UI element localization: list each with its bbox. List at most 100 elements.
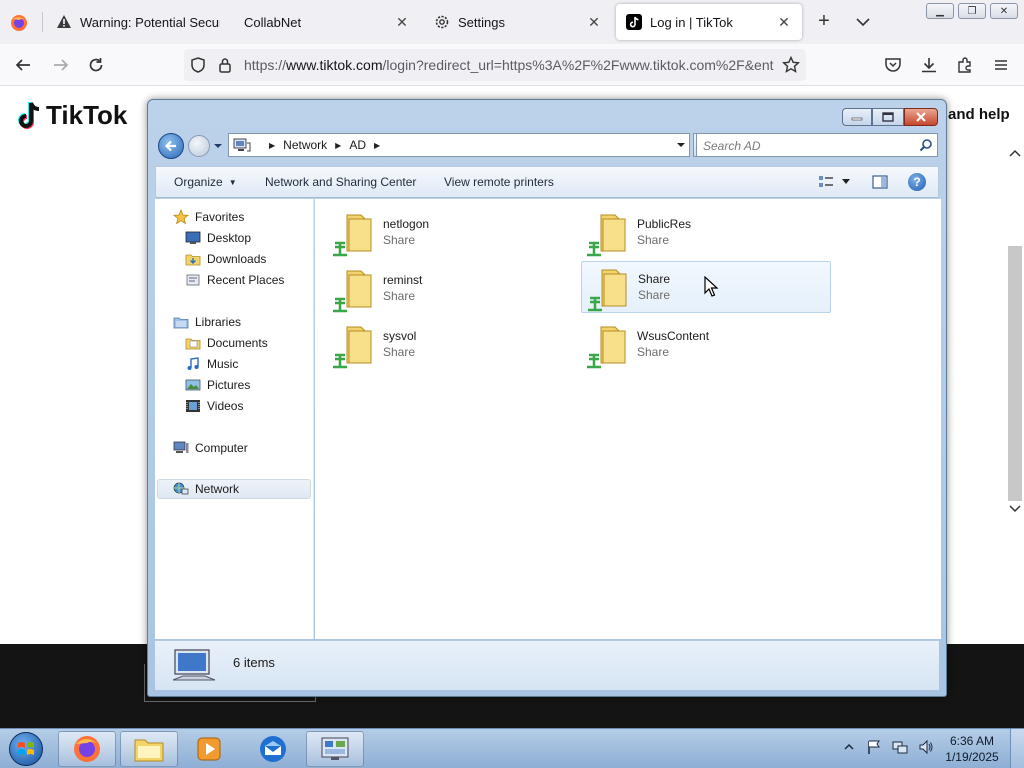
scrollbar-thumb[interactable] bbox=[1008, 246, 1022, 501]
share-name: Share bbox=[638, 272, 671, 286]
tracking-protection-icon[interactable] bbox=[190, 57, 206, 76]
nav-desktop[interactable]: Desktop bbox=[185, 228, 251, 248]
close-tab-icon[interactable]: ✕ bbox=[586, 14, 602, 30]
change-view-icon[interactable] bbox=[818, 175, 834, 189]
url-text[interactable]: https://www.tiktok.com/login?redirect_ur… bbox=[244, 57, 774, 73]
shared-folder-icon bbox=[587, 214, 626, 257]
taskbar: 6:36 AM 1/19/2025 bbox=[0, 728, 1024, 768]
action-center-flag-icon[interactable] bbox=[866, 739, 882, 755]
desktop-icon bbox=[185, 230, 201, 246]
recent-pages-dropdown-icon[interactable] bbox=[213, 142, 223, 150]
breadcrumb-separator-icon[interactable]: ▶ bbox=[374, 141, 380, 150]
organize-button[interactable]: Organize ▼ bbox=[174, 175, 237, 189]
start-button[interactable] bbox=[4, 731, 48, 767]
url-path: /login?redirect_url=https%3A%2F%2Fwww.ti… bbox=[382, 57, 775, 73]
tab-security-warning[interactable]: Warning: Potential Security Risk Ahead bbox=[46, 4, 230, 40]
menu-icon[interactable] bbox=[990, 54, 1012, 76]
address-history-dropdown-icon[interactable] bbox=[677, 141, 685, 149]
share-item-reminst[interactable]: reminst Share bbox=[327, 263, 577, 315]
taskbar-clock[interactable]: 6:36 AM 1/19/2025 bbox=[940, 733, 1004, 765]
share-item-netlogon[interactable]: netlogon Share bbox=[327, 207, 577, 259]
nav-label: Libraries bbox=[195, 315, 242, 329]
reload-icon[interactable] bbox=[85, 54, 107, 76]
taskbar-media-player[interactable] bbox=[180, 731, 238, 767]
share-item-sysvol[interactable]: sysvol Share bbox=[327, 319, 577, 371]
help-icon[interactable]: ? bbox=[908, 173, 926, 191]
nav-libraries[interactable]: Libraries bbox=[173, 312, 241, 332]
address-bar[interactable]: ▶ Network ▶ AD ▶ bbox=[228, 133, 690, 157]
taskbar-control-panel[interactable] bbox=[306, 731, 364, 767]
nav-label: Music bbox=[207, 357, 239, 371]
lock-icon[interactable] bbox=[218, 57, 232, 76]
close-tab-icon[interactable]: ✕ bbox=[776, 14, 792, 30]
preview-pane-icon[interactable] bbox=[872, 175, 888, 189]
shared-folder-icon bbox=[333, 270, 372, 313]
nav-favorites[interactable]: Favorites bbox=[173, 207, 244, 227]
search-box[interactable] bbox=[696, 133, 938, 157]
share-item-publicres[interactable]: PublicRes Share bbox=[581, 207, 831, 259]
share-name: sysvol bbox=[383, 329, 417, 343]
feedback-help-link[interactable]: and help bbox=[948, 106, 1010, 123]
tab-collabnet[interactable]: CollabNet ✕ bbox=[234, 4, 420, 40]
view-remote-printers-button[interactable]: View remote printers bbox=[444, 175, 554, 189]
page-scrollbar[interactable] bbox=[1006, 146, 1024, 518]
organize-label: Organize bbox=[174, 175, 223, 189]
taskbar-firefox[interactable] bbox=[58, 731, 116, 767]
search-icon[interactable] bbox=[919, 138, 933, 152]
back-icon[interactable] bbox=[12, 54, 34, 76]
share-type: Share bbox=[637, 233, 670, 247]
search-input[interactable] bbox=[703, 137, 903, 154]
tiktok-logo[interactable]: TikTok bbox=[16, 100, 127, 131]
details-pane: 6 items bbox=[155, 640, 939, 690]
url-bar[interactable]: https://www.tiktok.com/login?redirect_ur… bbox=[184, 49, 806, 81]
list-all-tabs-icon[interactable] bbox=[855, 14, 871, 30]
network-sharing-center-button[interactable]: Network and Sharing Center bbox=[265, 175, 416, 189]
nav-label: Favorites bbox=[195, 210, 245, 224]
breadcrumb-separator-icon[interactable]: ▶ bbox=[269, 141, 275, 150]
network-status-icon[interactable] bbox=[892, 739, 908, 755]
nav-computer[interactable]: Computer bbox=[173, 438, 248, 458]
maximize-icon[interactable] bbox=[872, 108, 904, 126]
nav-recent-places[interactable]: Recent Places bbox=[185, 270, 284, 290]
tab-tiktok-login[interactable]: Log in | TikTok ✕ bbox=[616, 4, 802, 40]
restore-browser-icon[interactable]: ❐ bbox=[958, 3, 986, 19]
extensions-icon[interactable] bbox=[954, 54, 976, 76]
scroll-up-icon[interactable] bbox=[1009, 148, 1021, 158]
minimize-icon[interactable] bbox=[842, 108, 872, 126]
show-hidden-icons-icon[interactable] bbox=[844, 742, 854, 752]
share-item-wsuscontent[interactable]: WsusContent Share bbox=[581, 319, 831, 371]
downloads-icon[interactable] bbox=[918, 54, 940, 76]
breadcrumb-network[interactable]: Network bbox=[283, 138, 327, 152]
close-tab-icon[interactable]: ✕ bbox=[394, 14, 410, 30]
url-host: www.tiktok.com bbox=[286, 57, 383, 73]
new-tab-icon[interactable]: + bbox=[814, 11, 834, 32]
explorer-window-controls bbox=[842, 108, 938, 126]
breadcrumb-separator-icon[interactable]: ▶ bbox=[335, 141, 341, 150]
nav-network[interactable]: Network bbox=[157, 479, 311, 499]
volume-icon[interactable] bbox=[918, 739, 934, 755]
minimize-browser-icon[interactable]: ▁ bbox=[926, 3, 954, 19]
view-options-dropdown-icon[interactable] bbox=[842, 179, 850, 185]
pocket-icon[interactable] bbox=[882, 54, 904, 76]
nav-label: Downloads bbox=[207, 252, 267, 266]
taskbar-thunderbird[interactable] bbox=[244, 731, 302, 767]
explorer-back-button[interactable] bbox=[158, 133, 184, 159]
taskbar-explorer[interactable] bbox=[120, 731, 178, 767]
nav-downloads[interactable]: Downloads bbox=[185, 249, 266, 269]
show-desktop-button[interactable] bbox=[1010, 729, 1024, 768]
nav-music[interactable]: Music bbox=[185, 354, 238, 374]
forward-icon[interactable] bbox=[50, 54, 72, 76]
nav-pictures[interactable]: Pictures bbox=[185, 375, 250, 395]
nav-documents[interactable]: Documents bbox=[185, 333, 268, 353]
tab-settings[interactable]: Settings ✕ bbox=[424, 4, 612, 40]
close-browser-icon[interactable]: ✕ bbox=[990, 3, 1018, 19]
close-icon[interactable] bbox=[904, 108, 938, 126]
nav-videos[interactable]: Videos bbox=[185, 396, 243, 416]
breadcrumb-ad[interactable]: AD bbox=[349, 138, 366, 152]
explorer-forward-button[interactable] bbox=[188, 135, 210, 157]
scroll-down-icon[interactable] bbox=[1009, 504, 1021, 514]
firefox-menu-icon[interactable] bbox=[8, 12, 30, 34]
share-type: Share bbox=[638, 288, 671, 302]
tiktok-note-icon bbox=[18, 101, 40, 129]
bookmark-star-icon[interactable] bbox=[781, 55, 801, 77]
